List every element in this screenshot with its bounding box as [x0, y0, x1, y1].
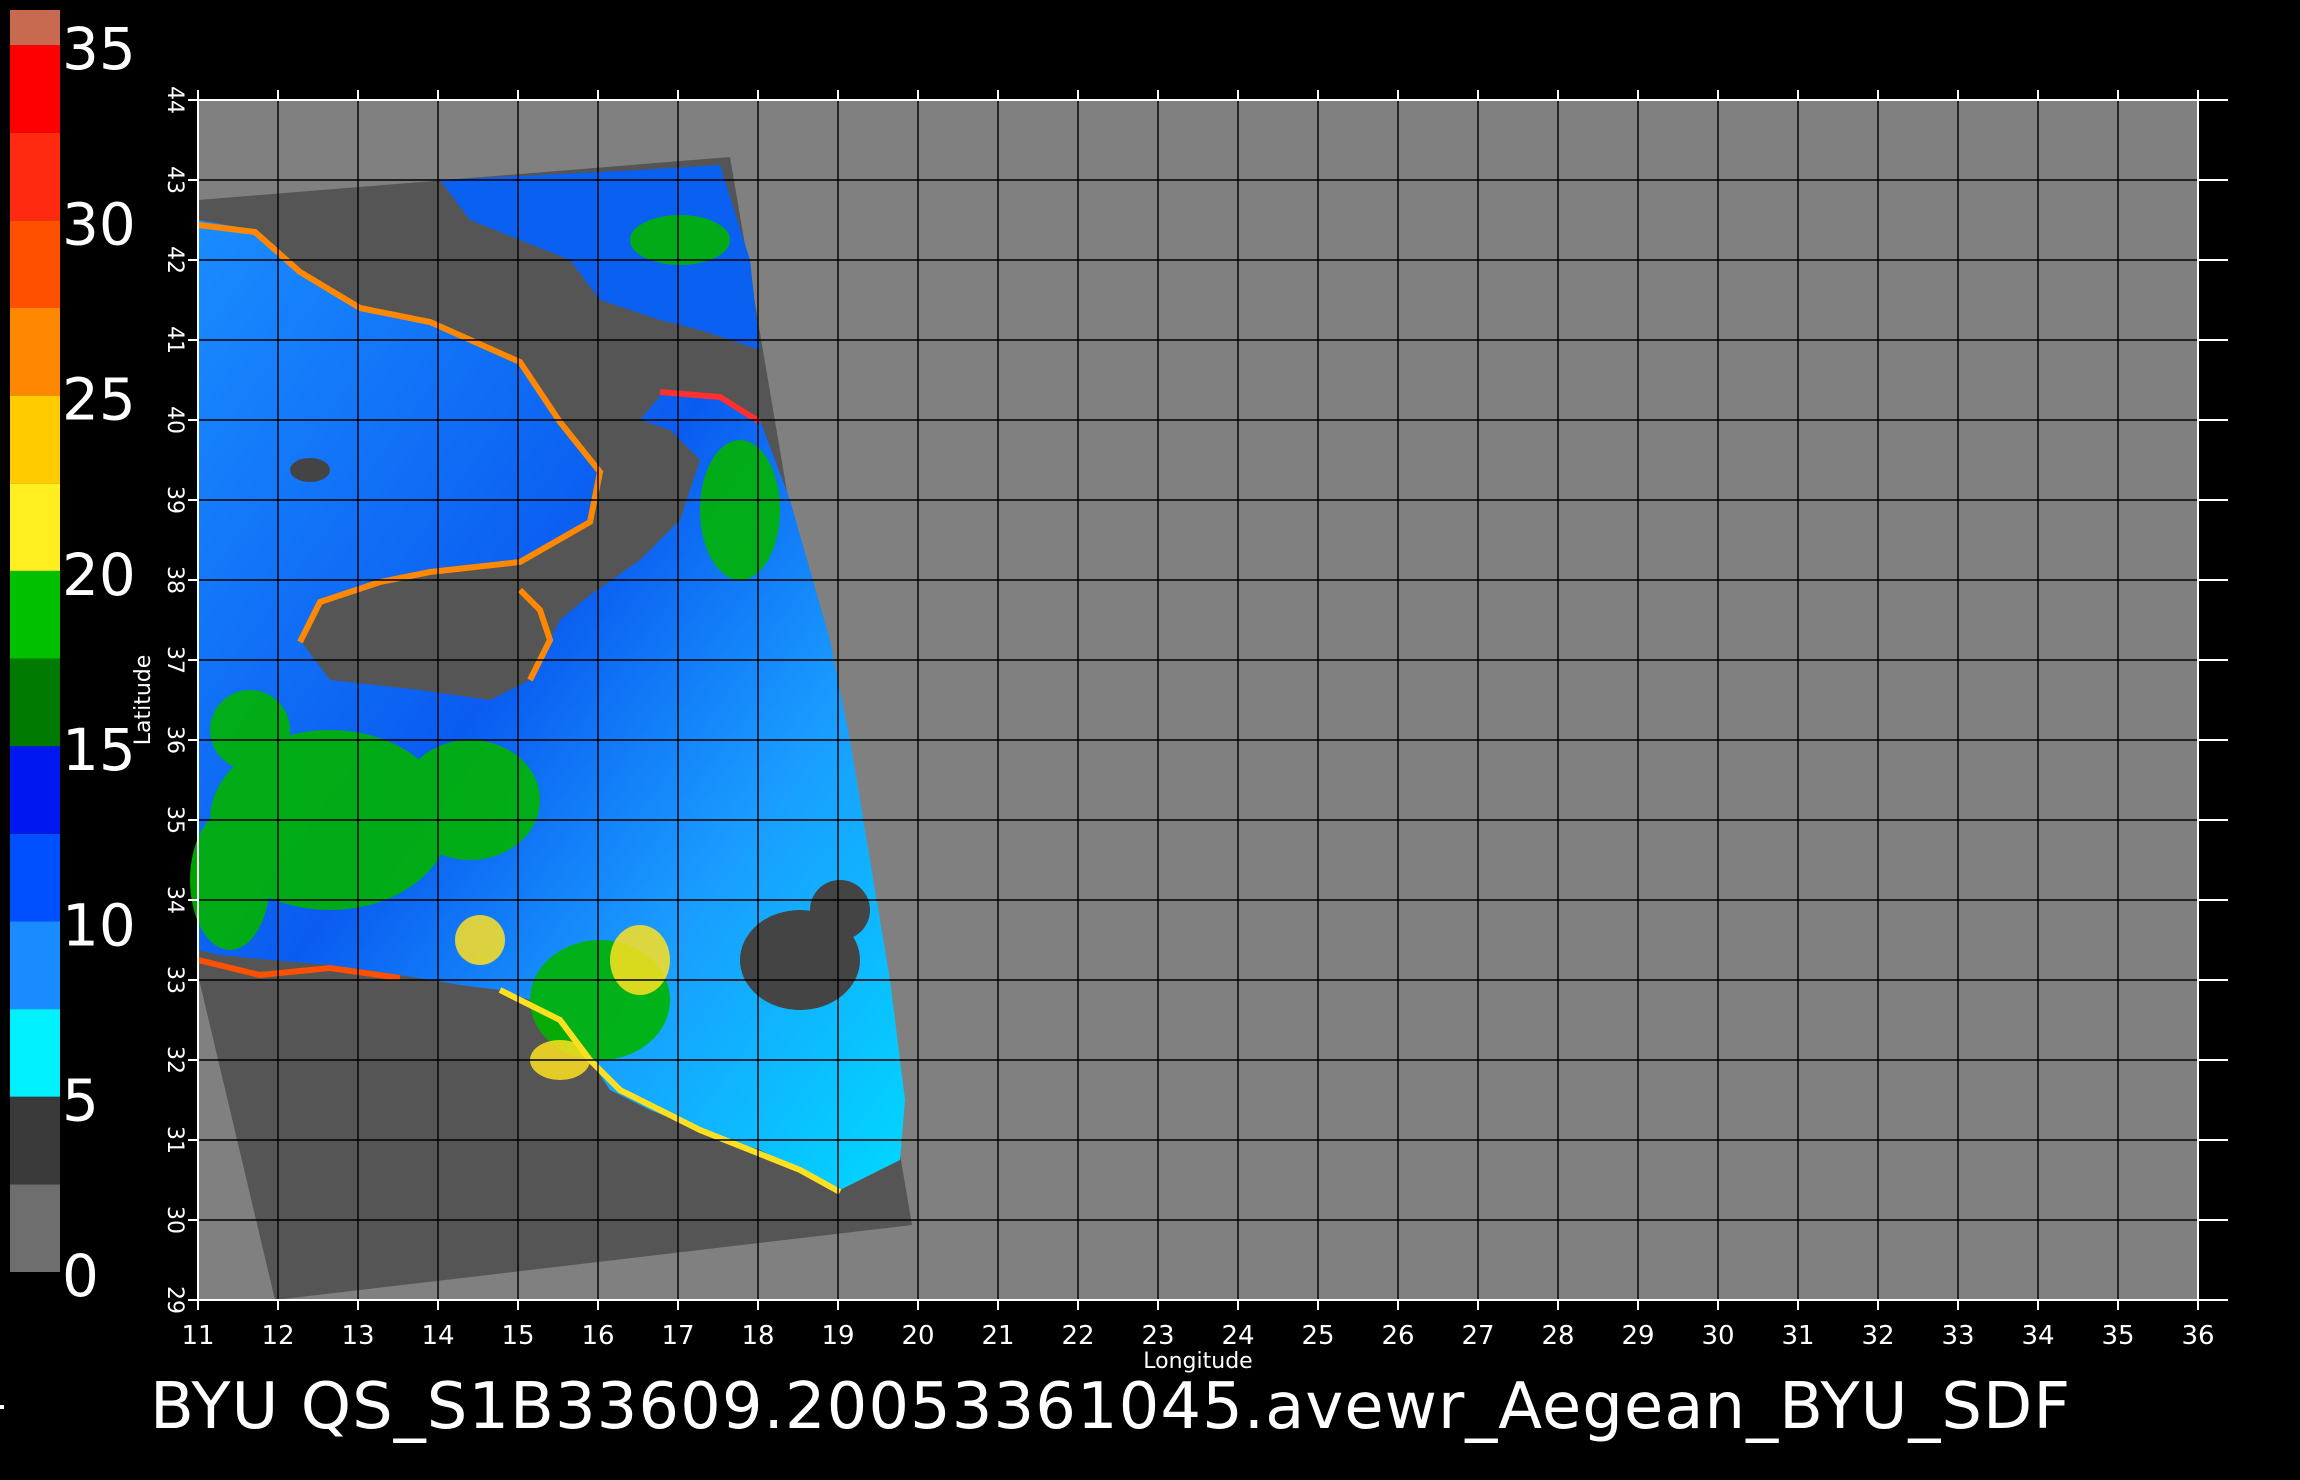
x-tick-label: 22	[1061, 1321, 1094, 1351]
x-tick-label: 12	[261, 1321, 294, 1351]
x-tick-label: 23	[1141, 1321, 1174, 1351]
colorbar-bands	[10, 10, 60, 1272]
y-tick-label: 37	[162, 646, 187, 674]
x-tick-label: 11	[181, 1321, 214, 1351]
colorbar-tick-label: 35	[62, 15, 136, 83]
x-tick-label: 18	[741, 1321, 774, 1351]
x-tick-label: 16	[581, 1321, 614, 1351]
wind-speed-map-figure: 35 30 25 20 15 10 5 0 11 12 13 14 15 16 17 18 1…	[10, 10, 2228, 1374]
x-tick-label: 30	[1701, 1321, 1734, 1351]
x-tick-label: 34	[2021, 1321, 2054, 1351]
x-tick-label: 15	[501, 1321, 534, 1351]
y-tick-label: 41	[162, 326, 187, 354]
x-tick-label: 36	[2181, 1321, 2214, 1351]
colorbar-band	[10, 921, 60, 1010]
x-tick-label: 14	[421, 1321, 454, 1351]
x-tick-label: 25	[1301, 1321, 1334, 1351]
x-tick-label: 35	[2101, 1321, 2134, 1351]
colorbar-tick-label: 5	[62, 1067, 99, 1135]
colorbar-band	[10, 1096, 60, 1185]
colorbar-tick-label: 15	[62, 716, 136, 784]
colorbar-tick-label: 20	[62, 541, 136, 609]
x-tick-label: 17	[661, 1321, 694, 1351]
x-tick-label: 20	[901, 1321, 934, 1351]
y-tick-label: 40	[162, 406, 187, 434]
colorbar-band	[10, 570, 60, 659]
y-tick-label: 35	[162, 806, 187, 834]
colorbar-band	[10, 395, 60, 484]
x-tick-label: 33	[1941, 1321, 1974, 1351]
y-tick-label: 29	[162, 1286, 187, 1314]
x-tick-label: 21	[981, 1321, 1014, 1351]
y-tick-label: 43	[162, 166, 187, 194]
colorbar-band	[10, 658, 60, 747]
colorbar: 35 30 25 20 15 10 5 0	[10, 10, 136, 1310]
x-tick-label: 27	[1461, 1321, 1494, 1351]
colorbar-band	[10, 220, 60, 308]
colorbar-tick-label: 30	[62, 190, 136, 258]
colorbar-tick-label: 0	[62, 1242, 99, 1310]
x-tick-label: 28	[1541, 1321, 1574, 1351]
y-tick-label: 38	[162, 566, 187, 594]
y-tick-label: 42	[162, 246, 187, 274]
x-tick-labels: 11 12 13 14 15 16 17 18 19 20 21 22 23 24 25 26 27 28 29 30…	[181, 1321, 2214, 1351]
colorbar-labels: 35 30 25 20 15 10 5 0	[62, 15, 136, 1310]
y-tick-label: 36	[162, 726, 187, 754]
colorbar-band	[10, 1009, 60, 1097]
y-tick-label: 39	[162, 486, 187, 514]
y-tick-label: 33	[162, 966, 187, 994]
x-tick-label: 32	[1861, 1321, 1894, 1351]
colorbar-tick-label: 10	[62, 891, 136, 959]
colorbar-band	[10, 833, 60, 922]
y-tick-label: 31	[162, 1126, 187, 1154]
y-axis-label: Latitude	[131, 655, 156, 746]
colorbar-band	[10, 1184, 60, 1272]
x-tick-label: 19	[821, 1321, 854, 1351]
colorbar-band	[10, 132, 60, 221]
colorbar-band	[10, 45, 60, 133]
y-tick-label: 34	[162, 886, 187, 914]
edge-marker	[0, 1405, 4, 1409]
x-tick-label: 31	[1781, 1321, 1814, 1351]
x-tick-label: 13	[341, 1321, 374, 1351]
y-tick-label: 30	[162, 1206, 187, 1234]
colorbar-band	[10, 746, 60, 834]
colorbar-tick-label: 25	[62, 366, 136, 434]
colorbar-band	[10, 10, 60, 46]
y-tick-label: 32	[162, 1046, 187, 1074]
figure-title: BYU QS_S1B33609.20053361045.avewr_Aegean…	[150, 1370, 2072, 1444]
y-tick-label: 44	[162, 86, 187, 114]
x-tick-label: 29	[1621, 1321, 1654, 1351]
colorbar-band	[10, 483, 60, 571]
map-panel: 11 12 13 14 15 16 17 18 19 20 21 22 23 24 25 26 27 28 29 30…	[131, 86, 2228, 1374]
x-tick-label: 26	[1381, 1321, 1414, 1351]
colorbar-band	[10, 307, 60, 396]
x-tick-label: 24	[1221, 1321, 1254, 1351]
y-tick-labels: 29 30 31 32 33 34 35 36 37 38 39 40 41 42 43 44	[162, 86, 187, 1314]
